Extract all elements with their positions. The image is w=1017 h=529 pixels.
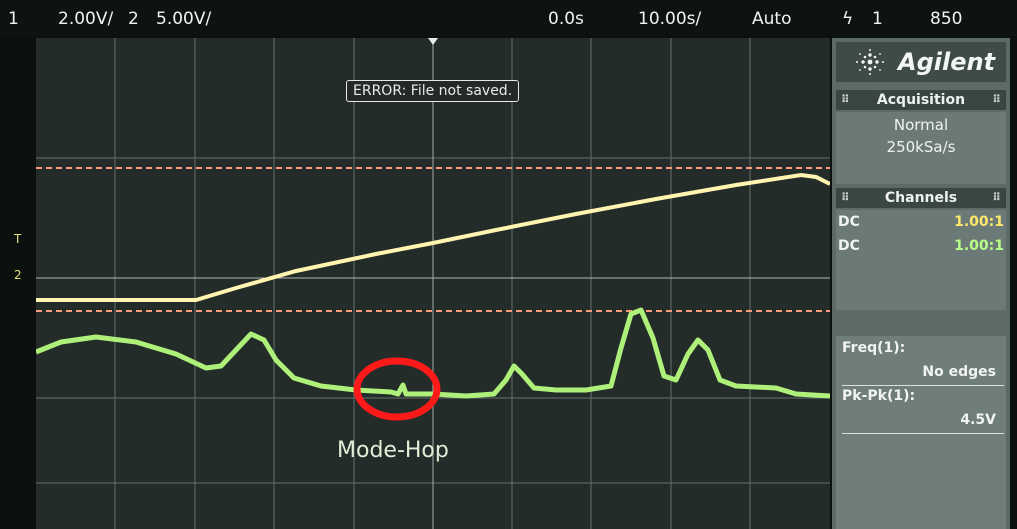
- acquisition-body: Normal 250kSa/s: [836, 112, 1006, 184]
- freq-label: Freq(1):: [842, 340, 906, 356]
- channels-body: DC 1.00:1 DC 1.00:1: [836, 210, 1006, 310]
- channel-2-coupling: DC: [838, 238, 860, 254]
- panel-spacer: [836, 314, 1006, 334]
- brand-name: Agilent: [898, 48, 996, 76]
- channels-title: Channels: [884, 190, 958, 206]
- mode-hop-label: Mode-Hop: [337, 438, 449, 463]
- grip-icon: ⠿: [841, 93, 850, 106]
- trigger-level[interactable]: 850: [930, 9, 962, 29]
- channel-2-row[interactable]: DC 1.00:1: [838, 238, 1004, 254]
- sample-rate: 250kSa/s: [886, 138, 956, 156]
- time-scale[interactable]: 10.00s/: [638, 9, 701, 29]
- ch2-ground-marker: 2: [14, 268, 22, 282]
- channel-2-probe: 1.00:1: [954, 238, 1004, 254]
- channel-1-probe: 1.00:1: [954, 214, 1004, 230]
- brand-header: Agilent: [836, 42, 1006, 82]
- status-bar: 1 2.00V/ 2 5.00V/ 0.0s 10.00s/ Auto ϟ 1 …: [0, 0, 1017, 36]
- acquisition-title: Acquisition: [876, 92, 966, 108]
- time-offset[interactable]: 0.0s: [548, 9, 584, 29]
- divider: [842, 385, 1004, 386]
- grip-icon: ⠿: [992, 191, 1001, 204]
- trigger-marker: T: [14, 232, 22, 246]
- grip-icon: ⠿: [841, 191, 850, 204]
- pkpk-label: Pk-Pk(1):: [842, 388, 916, 404]
- grip-icon: ⠿: [992, 93, 1001, 106]
- acquisition-mode: Normal: [893, 116, 949, 134]
- measurements-body: Freq(1): No edges Pk-Pk(1): 4.5V: [836, 336, 1006, 529]
- divider: [842, 433, 1004, 434]
- waveform-display[interactable]: ERROR: File not saved. Mode-Hop: [36, 38, 830, 529]
- trigger-position-marker: [428, 38, 438, 45]
- channel-1-coupling: DC: [838, 214, 860, 230]
- ch1-number[interactable]: 1: [8, 9, 19, 29]
- ch2-number[interactable]: 2: [128, 9, 139, 29]
- error-message: ERROR: File not saved.: [346, 80, 520, 102]
- trigger-source[interactable]: 1: [872, 9, 883, 29]
- agilent-spark-logo-icon: [856, 49, 884, 75]
- ch2-scale[interactable]: 5.00V/: [156, 9, 211, 29]
- channels-header[interactable]: ⠿ Channels ⠿: [836, 188, 1006, 208]
- pkpk-value: 4.5V: [960, 412, 996, 428]
- channel-1-row[interactable]: DC 1.00:1: [838, 214, 1004, 230]
- freq-value: No edges: [922, 364, 996, 380]
- acquisition-header[interactable]: ⠿ Acquisition ⠿: [836, 90, 1006, 110]
- trigger-icon: ϟ: [842, 9, 854, 29]
- trigger-mode[interactable]: Auto: [752, 9, 791, 29]
- ch1-scale[interactable]: 2.00V/: [58, 9, 113, 29]
- side-panel: Agilent ⠿ Acquisition ⠿ Normal 250kSa/s …: [832, 38, 1010, 529]
